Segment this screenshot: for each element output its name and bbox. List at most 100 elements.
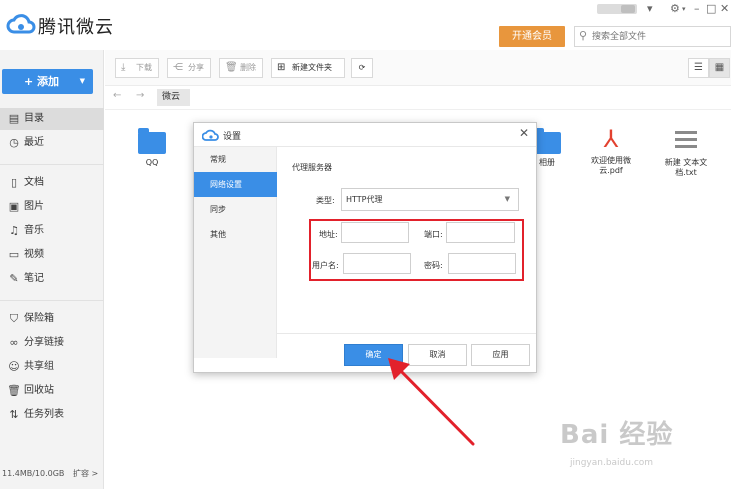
image-icon: ▣ (8, 200, 20, 213)
sidebar-item-label: 图片 (24, 201, 44, 212)
annotation-arrow-icon (388, 358, 475, 446)
proxy-type-value: HTTP代理 (346, 195, 383, 204)
sidebar-item-directory[interactable]: ▤ 目录 (0, 108, 104, 130)
file-name-line: 档.txt (675, 168, 697, 177)
sidebar-item-label: 共享组 (24, 361, 54, 372)
sidebar-item-label: 视频 (24, 249, 44, 260)
document-icon: ▯ (10, 176, 18, 189)
trash-icon: 🗑 (225, 62, 238, 73)
username-label: 用户名: (312, 261, 339, 270)
close-window-icon[interactable]: ✕ (720, 2, 729, 15)
chevron-down-icon: ▼ (504, 195, 510, 203)
password-field[interactable] (448, 253, 516, 274)
user-account[interactable] (597, 4, 637, 14)
type-label: 类型: (316, 196, 335, 205)
sidebar-item-tasks[interactable]: ⇅ 任务列表 (0, 404, 104, 426)
forward-arrow-icon[interactable]: → (136, 90, 144, 101)
maximize-icon[interactable]: □ (706, 2, 716, 15)
proxy-type-select[interactable]: HTTP代理 ▼ (341, 188, 519, 211)
divider (277, 333, 536, 334)
weiyun-logo-icon (202, 129, 219, 141)
directory-icon: ▤ (8, 112, 20, 125)
share-button[interactable]: ⋲ 分享 (167, 58, 211, 78)
vip-tag (621, 5, 635, 13)
list-view-button[interactable]: ☰ (688, 58, 709, 78)
sidebar-item-safebox[interactable]: ⛉ 保险箱 (0, 308, 104, 330)
chevron-down-icon[interactable]: ▾ (647, 2, 653, 15)
sidebar-item-label: 任务列表 (24, 409, 64, 420)
minimize-icon[interactable]: – (694, 2, 700, 15)
add-button[interactable]: + 添加 ▼ (2, 69, 93, 94)
address-field[interactable] (341, 222, 409, 243)
tab-network[interactable]: 网络设置 (194, 172, 277, 197)
sidebar-item-label: 目录 (24, 113, 44, 124)
new-folder-button[interactable]: ⊞ 新建文件夹 (271, 58, 345, 78)
grid-view-button[interactable]: ▦ (709, 58, 730, 78)
weiyun-logo-icon (6, 14, 36, 34)
sidebar-item-images[interactable]: ▣ 图片 (0, 196, 104, 218)
search-box[interactable]: ⚲ (574, 26, 731, 47)
title-bar: 腾讯微云 ▾ ⚙ ▾ – □ ✕ 开通会员 ⚲ (0, 0, 731, 50)
back-arrow-icon[interactable]: ← (113, 90, 121, 101)
trash-icon: 🗑 (7, 384, 21, 397)
file-item[interactable]: 新建 文本文 档.txt (646, 128, 726, 178)
sidebar-item-music[interactable]: ♫ 音乐 (0, 220, 104, 242)
link-icon: ∞ (9, 336, 19, 349)
grid-view-icon: ▦ (714, 62, 725, 73)
watermark-url: jingyan.baidu.com (570, 458, 654, 468)
list-view-icon: ☰ (694, 62, 703, 73)
sidebar-item-docs[interactable]: ▯ 文档 (0, 172, 104, 194)
dialog-title: 设置 (223, 132, 242, 142)
port-label: 端口: (424, 230, 443, 239)
search-input[interactable] (592, 29, 727, 44)
new-folder-label: 新建文件夹 (292, 63, 332, 72)
sidebar-item-label: 文档 (24, 177, 44, 188)
close-icon[interactable]: ✕ (519, 126, 529, 140)
sidebar-item-share-group[interactable]: ☺ 共享组 (0, 356, 104, 378)
tab-other[interactable]: 其他 (194, 222, 277, 247)
sidebar-item-label: 分享链接 (24, 337, 64, 348)
refresh-icon: ⟳ (358, 63, 366, 72)
breadcrumb-item-root[interactable]: 微云 (157, 89, 191, 106)
port-field[interactable] (446, 222, 515, 243)
address-label: 地址: (319, 230, 338, 239)
shield-icon: ⛉ (9, 312, 19, 325)
vip-button[interactable]: 开通会员 (499, 26, 565, 47)
section-title: 代理服务器 (292, 163, 332, 172)
sidebar-item-label: 笔记 (24, 273, 44, 284)
sidebar-item-label: 最近 (24, 137, 44, 148)
menu-caret-icon[interactable]: ▾ (682, 5, 686, 13)
app-title: 腾讯微云 (38, 17, 114, 38)
password-label: 密码: (424, 261, 443, 270)
refresh-button[interactable]: ⟳ (351, 58, 373, 78)
share-icon: ⋲ (173, 62, 183, 73)
tab-general[interactable]: 常规 (194, 147, 277, 172)
gear-icon[interactable]: ⚙ (670, 2, 680, 15)
sidebar-item-recent[interactable]: ◷ 最近 (0, 132, 104, 154)
file-name-line: 新建 文本文 (664, 158, 708, 167)
delete-label: 删除 (240, 63, 256, 72)
settings-dialog: 设置 ✕ 常规 网络设置 同步 其他 代理服务器 类型: HTTP代理 ▼ 地址… (193, 122, 537, 373)
sidebar-item-label: 音乐 (24, 225, 44, 236)
file-name-line: 云.pdf (599, 166, 623, 175)
sidebar-item-share-links[interactable]: ∞ 分享链接 (0, 332, 104, 354)
search-icon: ⚲ (579, 29, 588, 42)
divider (0, 300, 104, 301)
expand-link[interactable]: 扩容 > (73, 469, 98, 478)
dialog-tabs: 常规 网络设置 同步 其他 (194, 147, 277, 358)
username-field[interactable] (343, 253, 411, 274)
download-button[interactable]: ⤓ 下载 (115, 58, 159, 78)
file-name: 新建 文本文 档.txt (646, 158, 726, 178)
sidebar-item-recycle[interactable]: 🗑 回收站 (0, 380, 104, 402)
sidebar-item-video[interactable]: ▭ 视频 (0, 244, 104, 266)
file-item[interactable]: ⅄ 欢迎使用微 云.pdf (571, 126, 651, 176)
group-icon: ☺ (8, 360, 20, 373)
new-folder-icon: ⊞ (277, 62, 286, 73)
file-item[interactable]: QQ (112, 128, 192, 168)
share-label: 分享 (188, 63, 204, 72)
download-icon: ⤓ (121, 62, 126, 73)
tab-sync[interactable]: 同步 (194, 197, 277, 222)
delete-button[interactable]: 🗑 删除 (219, 58, 263, 78)
sidebar-item-label: 保险箱 (24, 313, 54, 324)
sidebar-item-notes[interactable]: ✎ 笔记 (0, 268, 104, 290)
